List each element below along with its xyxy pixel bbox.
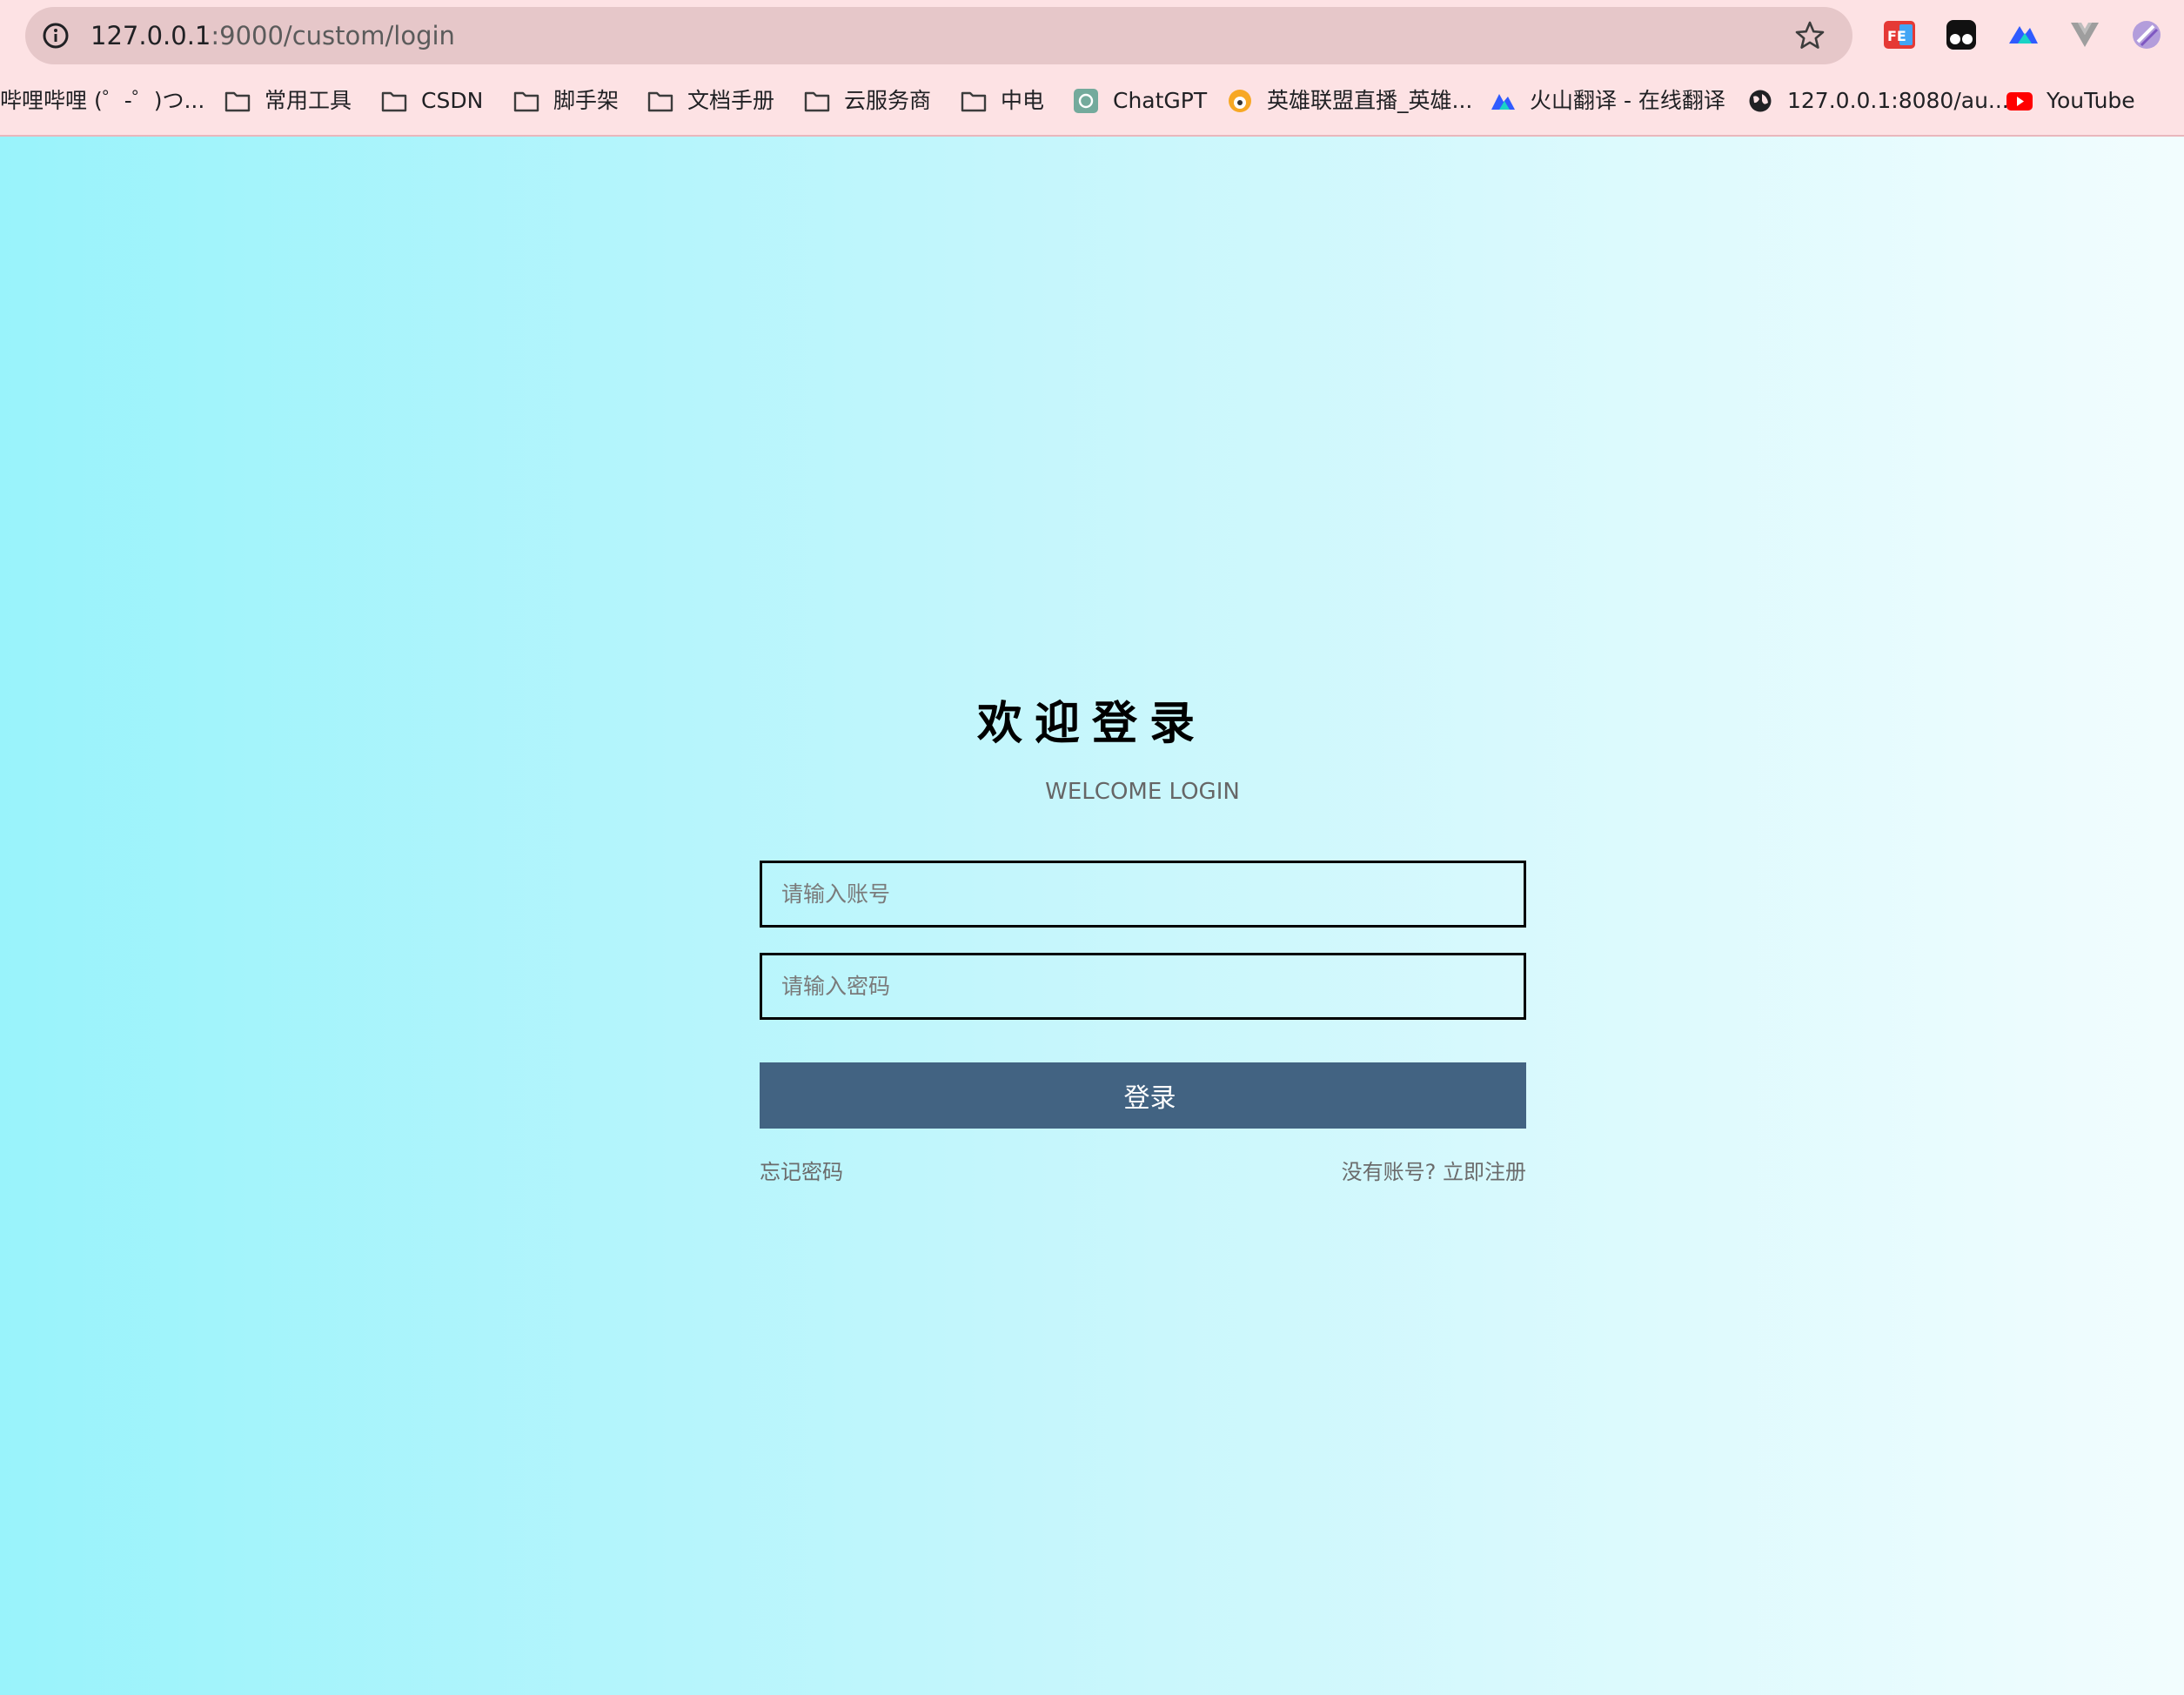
fe-helper-icon[interactable]: FE — [1882, 17, 1917, 52]
folder-icon — [381, 91, 407, 112]
folder-icon — [513, 91, 539, 112]
address-url[interactable]: 127.0.0.1:9000/custom/login — [90, 7, 455, 64]
forgot-password-link[interactable]: 忘记密码 — [760, 1155, 843, 1185]
tampermonkey-icon[interactable] — [1944, 17, 1979, 52]
browser-chrome: 127.0.0.1:9000/custom/login FE 哔哩哔哩 (゜-゜… — [0, 0, 2184, 137]
register-link[interactable]: 没有账号? 立即注册 — [1342, 1155, 1526, 1185]
bookmark-label: 云服务商 — [844, 88, 932, 113]
volcano-icon — [1491, 94, 1515, 110]
svg-text:FE: FE — [1887, 28, 1906, 44]
bookmark-label: CSDN — [421, 88, 484, 113]
bookmark-label: 中电 — [1001, 88, 1045, 113]
bookmark-label: 哔哩哔哩 (゜-゜)つ... — [0, 88, 205, 113]
folder-icon — [224, 91, 251, 112]
url-host: 127.0.0.1 — [90, 21, 211, 50]
account-input[interactable] — [760, 861, 1526, 928]
bookmark-label: 英雄联盟直播_英雄... — [1267, 88, 1473, 113]
bookmark-label: ChatGPT — [1113, 88, 1208, 113]
info-icon[interactable] — [41, 21, 70, 50]
bookmark-label: 127.0.0.1:8080/au... — [1787, 88, 2009, 113]
folder-icon — [647, 91, 673, 112]
page-title: 欢迎登录 — [976, 698, 1207, 750]
bookmark-label: 文档手册 — [687, 88, 775, 113]
bookmark-label: 常用工具 — [265, 88, 352, 113]
password-input[interactable] — [760, 953, 1526, 1020]
huya-icon — [1229, 90, 1251, 112]
bookmark-star-icon[interactable] — [1793, 19, 1826, 52]
bookmark-label: 脚手架 — [553, 88, 620, 113]
extension-icon[interactable] — [2129, 17, 2164, 52]
bookmarks-bar: 哔哩哔哩 (゜-゜)つ... 常用工具 CSDN 脚手架 文档手册 云服务商 中… — [0, 80, 2184, 122]
url-path: :9000/custom/login — [211, 21, 455, 50]
bookmark-bilibili[interactable]: 哔哩哔哩 (゜-゜)つ... — [0, 80, 204, 122]
page-subtitle: WELCOME LOGIN — [1045, 779, 1240, 805]
bookmark-label: 火山翻译 - 在线翻译 — [1530, 88, 1725, 113]
globe-icon — [1749, 90, 1772, 112]
chatgpt-icon — [1074, 89, 1098, 113]
login-page: 欢迎登录 WELCOME LOGIN 登录 忘记密码 没有账号? 立即注册 — [0, 137, 2184, 1695]
youtube-icon — [2006, 92, 2033, 111]
address-bar[interactable]: 127.0.0.1:9000/custom/login — [25, 7, 1852, 64]
folder-icon — [804, 91, 830, 112]
folder-icon — [961, 91, 987, 112]
vue-devtools-icon[interactable] — [2067, 17, 2102, 52]
login-button[interactable]: 登录 — [760, 1062, 1526, 1129]
bookmark-label: YouTube — [2047, 88, 2135, 113]
volcano-translate-icon[interactable] — [2006, 17, 2040, 52]
